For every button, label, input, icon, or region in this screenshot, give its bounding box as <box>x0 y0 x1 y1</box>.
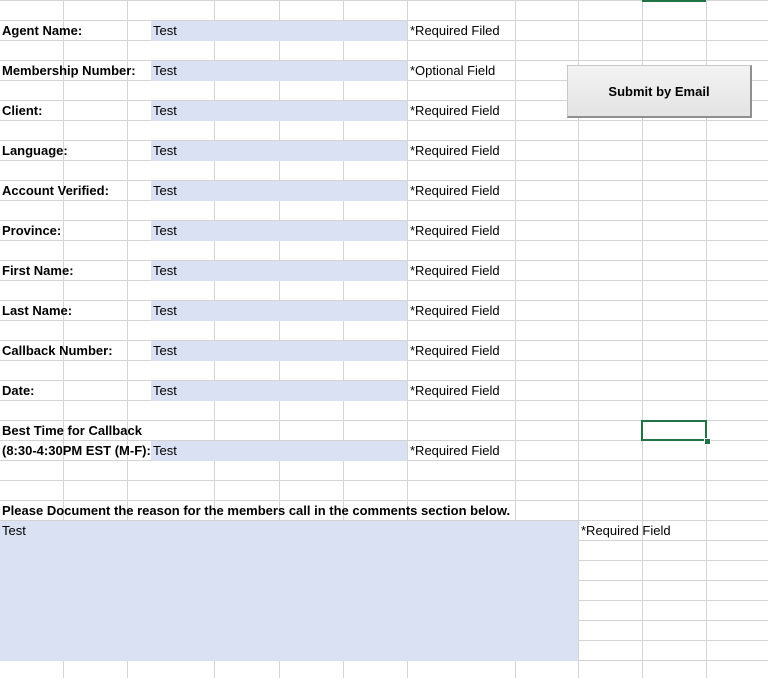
date-field[interactable] <box>151 381 407 401</box>
language-label: Language: <box>2 143 68 158</box>
account-verified-value[interactable]: Test <box>153 181 177 201</box>
date-label: Date: <box>2 383 35 398</box>
callback-number-note: *Required Field <box>410 343 500 358</box>
selected-column-marker <box>642 0 706 2</box>
province-field[interactable] <box>151 221 407 241</box>
agent-name-field[interactable] <box>151 21 407 41</box>
membership-number-field[interactable] <box>151 61 407 81</box>
agent-name-note: *Required Filed <box>410 23 500 38</box>
client-note: *Required Field <box>410 103 500 118</box>
client-label: Client: <box>2 103 43 118</box>
active-cell-selection[interactable] <box>641 420 707 441</box>
comments-note: *Required Field <box>581 523 671 538</box>
province-value[interactable]: Test <box>153 221 177 241</box>
date-value[interactable]: Test <box>153 381 177 401</box>
language-value[interactable]: Test <box>153 141 177 161</box>
membership-number-note: *Optional Field <box>410 63 496 78</box>
comments-field[interactable] <box>0 521 578 661</box>
first-name-value[interactable]: Test <box>153 261 177 281</box>
fill-handle[interactable] <box>704 438 711 445</box>
account-verified-label: Account Verified: <box>2 183 109 198</box>
province-label: Province: <box>2 223 62 238</box>
client-value[interactable]: Test <box>153 101 177 121</box>
agent-name-label: Agent Name: <box>2 23 83 38</box>
last-name-label: Last Name: <box>2 303 73 318</box>
best-time-label-line1: Best Time for Callback <box>2 423 142 438</box>
first-name-note: *Required Field <box>410 263 500 278</box>
client-field[interactable] <box>151 101 407 121</box>
last-name-note: *Required Field <box>410 303 500 318</box>
best-time-field[interactable] <box>151 441 407 461</box>
submit-by-email-button[interactable]: Submit by Email <box>567 65 752 118</box>
first-name-field[interactable] <box>151 261 407 281</box>
membership-number-label: Membership Number: <box>2 63 136 78</box>
callback-number-field[interactable] <box>151 341 407 361</box>
account-verified-field[interactable] <box>151 181 407 201</box>
callback-number-value[interactable]: Test <box>153 341 177 361</box>
agent-name-value[interactable]: Test <box>153 21 177 41</box>
callback-number-label: Callback Number: <box>2 343 113 358</box>
comments-value[interactable]: Test <box>2 521 26 541</box>
account-verified-note: *Required Field <box>410 183 500 198</box>
best-time-label-line2: (8:30-4:30PM EST (M-F): <box>2 443 151 458</box>
last-name-value[interactable]: Test <box>153 301 177 321</box>
language-field[interactable] <box>151 141 407 161</box>
last-name-field[interactable] <box>151 301 407 321</box>
date-note: *Required Field <box>410 383 500 398</box>
membership-number-value[interactable]: Test <box>153 61 177 81</box>
first-name-label: First Name: <box>2 263 74 278</box>
best-time-value[interactable]: Test <box>153 441 177 461</box>
province-note: *Required Field <box>410 223 500 238</box>
language-note: *Required Field <box>410 143 500 158</box>
best-time-note: *Required Field <box>410 443 500 458</box>
worksheet: Agent Name: Membership Number: Client: L… <box>0 0 768 678</box>
comments-instruction: Please Document the reason for the membe… <box>2 503 511 518</box>
